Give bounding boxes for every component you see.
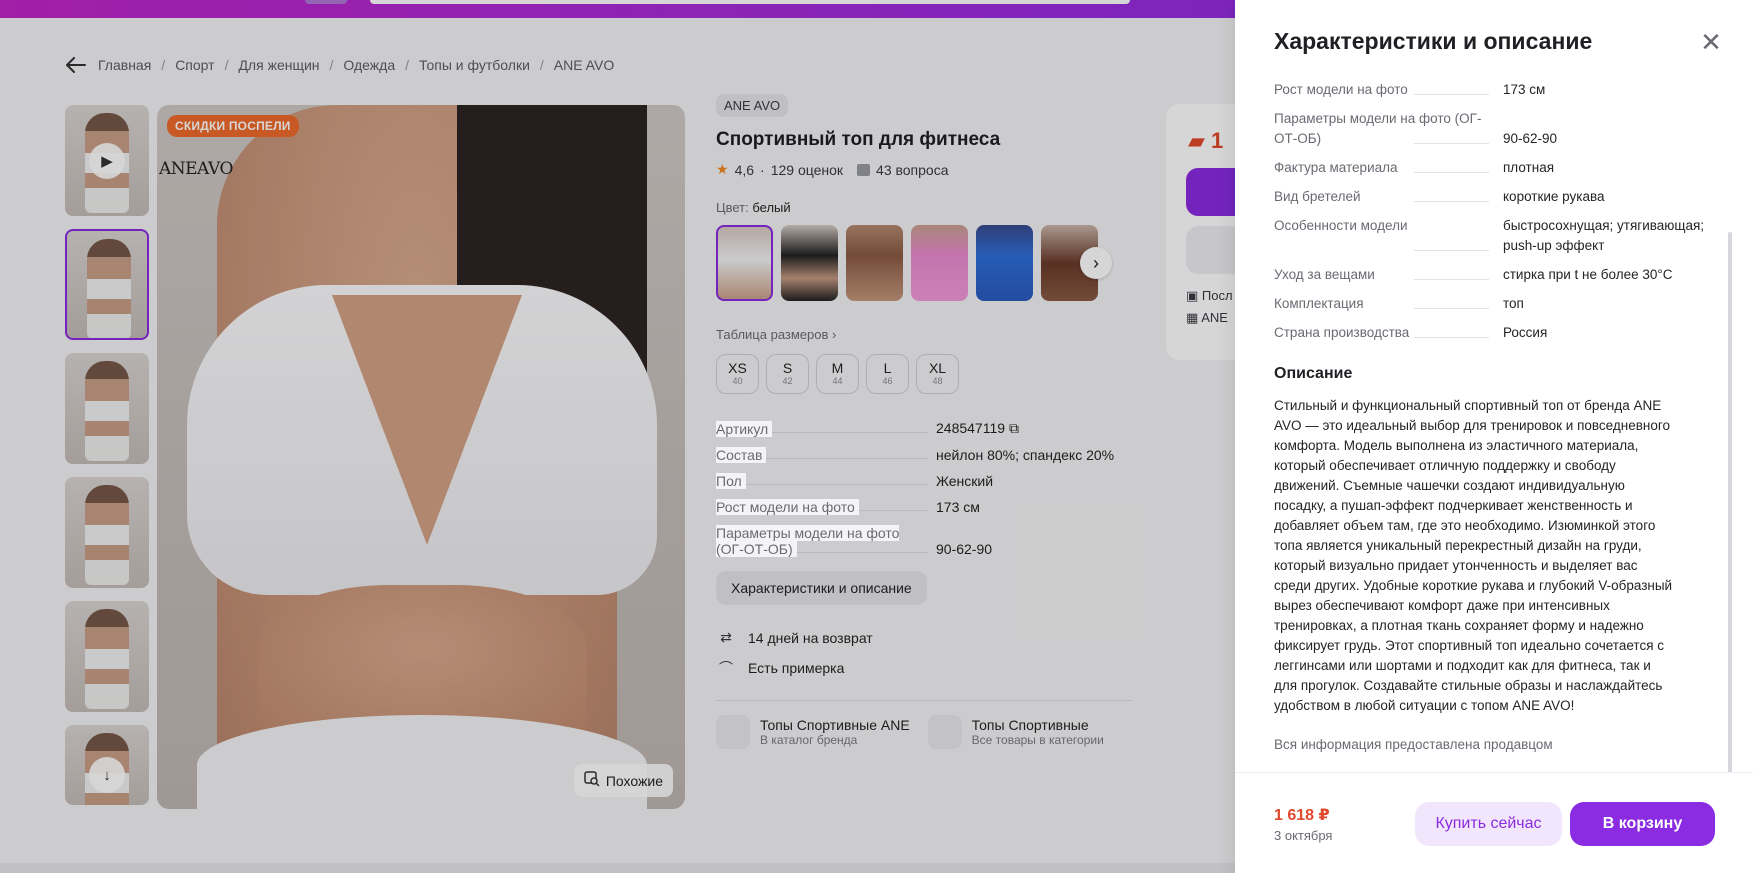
seller-info-note: Вся информация предоставлена продавцом xyxy=(1274,737,1553,752)
spec-key-label: Пол xyxy=(716,473,746,489)
drawer-spec-key: Вид бретелей xyxy=(1274,187,1503,207)
drawer-spec-key: Рост модели на фото xyxy=(1274,80,1503,100)
drawer-spec-value: топ xyxy=(1503,296,1524,311)
footer-price: 1 618 ₽ xyxy=(1274,807,1330,824)
drawer-spec-label: Параметры модели на фото (ОГ-ОТ-ОБ) xyxy=(1274,111,1482,146)
drawer-spec-label: Фактура материала xyxy=(1274,160,1402,175)
close-icon[interactable]: ✕ xyxy=(1697,27,1725,57)
spec-key-label: Рост модели на фото xyxy=(716,499,859,515)
drawer-spec-label: Рост модели на фото xyxy=(1274,82,1412,97)
modal-overlay[interactable] xyxy=(0,0,1235,873)
drawer-spec-label: Вид бретелей xyxy=(1274,189,1365,204)
description-text: Стильный и функциональный спортивный топ… xyxy=(1274,398,1673,713)
spec-key-label: Артикул xyxy=(716,421,773,437)
drawer-spec-key: Комплектация xyxy=(1274,294,1503,314)
drawer-spec-value: плотная xyxy=(1503,160,1555,175)
drawer-spec-row: Вид бретелей короткие рукава xyxy=(1274,187,1714,207)
description-heading: Описание xyxy=(1274,365,1353,382)
drawer-spec-row: Параметры модели на фото (ОГ-ОТ-ОБ) 90-62… xyxy=(1274,109,1714,149)
drawer-title: Характеристики и описание xyxy=(1274,28,1593,54)
drawer-spec-key: Фактура материала xyxy=(1274,158,1503,178)
drawer-spec-row: Комплектация топ xyxy=(1274,294,1714,314)
drawer-specs: Рост модели на фото 173 см Параметры моде… xyxy=(1274,80,1714,352)
footer-delivery-date: 3 октября xyxy=(1274,828,1333,843)
drawer-spec-label: Уход за вещами xyxy=(1274,267,1379,282)
drawer-spec-row: Особенности модели быстросохнущая; утягив… xyxy=(1274,216,1714,256)
drawer-scroll-area[interactable]: Рост модели на фото 173 см Параметры моде… xyxy=(1235,80,1753,770)
drawer-spec-row: Фактура материала плотная xyxy=(1274,158,1714,178)
drawer-spec-row: Страна производства Россия xyxy=(1274,323,1714,343)
drawer-spec-value: Россия xyxy=(1503,325,1548,340)
drawer-spec-key: Особенности модели xyxy=(1274,216,1503,256)
drawer-spec-value: 173 см xyxy=(1503,82,1546,97)
drawer-spec-key: Параметры модели на фото (ОГ-ОТ-ОБ) xyxy=(1274,109,1503,149)
drawer-spec-key: Уход за вещами xyxy=(1274,265,1503,285)
drawer-spec-label: Комплектация xyxy=(1274,296,1368,311)
drawer-footer: 1 618 ₽ 3 октября Купить сейчас В корзин… xyxy=(1235,772,1753,873)
drawer-spec-row: Уход за вещами стирка при t не более 30°C xyxy=(1274,265,1714,285)
drawer-spec-value: стирка при t не более 30°C xyxy=(1503,267,1673,282)
characteristics-drawer: Характеристики и описание ✕ Рост модели … xyxy=(1235,0,1753,873)
drawer-spec-key: Страна производства xyxy=(1274,323,1503,343)
drawer-spec-value: 90-62-90 xyxy=(1503,131,1558,146)
spec-key-label: Состав xyxy=(716,447,767,463)
drawer-spec-row: Рост модели на фото 173 см xyxy=(1274,80,1714,100)
drawer-scrollbar[interactable] xyxy=(1728,232,1732,777)
drawer-spec-value: быстросохнущая; утягивающая; push-up эфф… xyxy=(1503,218,1705,253)
drawer-spec-label: Страна производства xyxy=(1274,325,1414,340)
drawer-spec-value: короткие рукава xyxy=(1503,189,1605,204)
add-to-cart-button[interactable]: В корзину xyxy=(1570,802,1715,846)
drawer-spec-label: Особенности модели xyxy=(1274,218,1412,233)
buy-now-button[interactable]: Купить сейчас xyxy=(1415,802,1562,846)
